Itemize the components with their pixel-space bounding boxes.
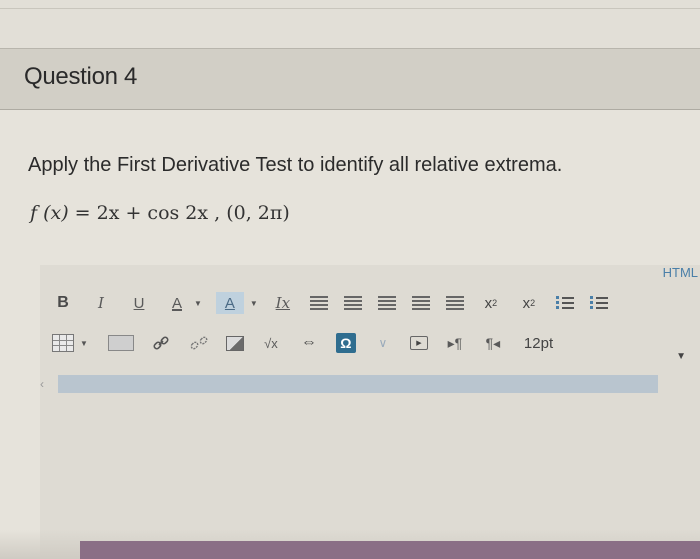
align-left-icon[interactable] xyxy=(309,296,328,310)
chevron-down-icon[interactable]: ∨ xyxy=(372,332,394,354)
top-strip xyxy=(0,0,700,49)
image-icon[interactable] xyxy=(225,335,244,351)
subscript-label: x xyxy=(522,294,531,312)
rich-text-editor: HTML B I U A ▼ A ▼ Ix x2 x 2 ▼ √x ⇔ Ω ∨ … xyxy=(40,265,700,559)
align-justify-icon[interactable] xyxy=(411,296,430,310)
chevron-down-icon[interactable]: ▼ xyxy=(676,351,686,362)
rtl-icon[interactable]: ¶◂ xyxy=(482,332,504,354)
chevron-down-icon[interactable]: ▼ xyxy=(194,299,202,308)
font-size-select[interactable]: 12pt xyxy=(524,335,553,352)
question-title: Question 4 xyxy=(24,63,138,90)
align-center-icon[interactable] xyxy=(343,296,362,310)
equation-icon[interactable]: √x xyxy=(260,332,282,354)
editor-scrollbar[interactable] xyxy=(58,375,658,393)
bullet-list-icon[interactable] xyxy=(555,296,574,310)
divider xyxy=(0,8,700,9)
formula-lhs: f (x) xyxy=(30,202,69,224)
embed-icon[interactable]: ⇔ xyxy=(298,332,320,354)
numbered-list-icon[interactable] xyxy=(589,296,608,310)
toolbar-row-2: ▼ √x ⇔ Ω ∨ ▶ ▸¶ ¶◂ 12pt xyxy=(52,331,553,355)
html-tab[interactable]: HTML xyxy=(663,265,698,280)
question-body: Apply the First Derivative Test to ident… xyxy=(0,110,700,559)
chevron-down-icon[interactable]: ▼ xyxy=(80,339,88,348)
omega-icon[interactable]: Ω xyxy=(335,333,356,353)
toolbar-row-1: B I U A ▼ A ▼ Ix x2 x2 xyxy=(52,291,608,315)
superscript-icon[interactable]: x2 xyxy=(480,292,502,314)
question-card: Question 4 Apply the First Derivative Te… xyxy=(0,48,700,559)
video-icon[interactable]: ▶ xyxy=(409,336,428,350)
underline-icon[interactable]: U xyxy=(128,292,150,314)
ltr-icon[interactable]: ▸¶ xyxy=(444,332,466,354)
italic-icon[interactable]: I xyxy=(90,292,112,314)
bottom-bar xyxy=(80,541,700,559)
chevron-down-icon[interactable]: ▼ xyxy=(250,299,258,308)
table-icon[interactable] xyxy=(52,334,74,352)
unlink-icon[interactable] xyxy=(188,332,210,354)
link-icon[interactable] xyxy=(150,332,172,354)
question-formula: f (x) = 2x + cos 2x , (0, 2π) xyxy=(30,202,290,224)
scroll-left-icon[interactable]: ‹ xyxy=(40,377,44,391)
indent-icon[interactable] xyxy=(445,296,464,310)
clear-formatting-icon[interactable]: Ix xyxy=(272,292,294,314)
bold-icon[interactable]: B xyxy=(52,292,74,314)
align-right-icon[interactable] xyxy=(377,296,396,310)
superscript-label: x xyxy=(484,294,493,312)
formula-rhs: = 2x + cos 2x , (0, 2π) xyxy=(68,202,290,224)
subscript-icon[interactable]: x2 xyxy=(518,292,540,314)
question-header: Question 4 xyxy=(0,49,700,110)
font-color-icon[interactable]: A xyxy=(166,292,188,314)
media-icon[interactable] xyxy=(107,335,134,351)
question-prompt: Apply the First Derivative Test to ident… xyxy=(28,154,563,176)
page: Question 4 Apply the First Derivative Te… xyxy=(0,0,700,559)
background-color-icon[interactable]: A xyxy=(215,292,244,314)
